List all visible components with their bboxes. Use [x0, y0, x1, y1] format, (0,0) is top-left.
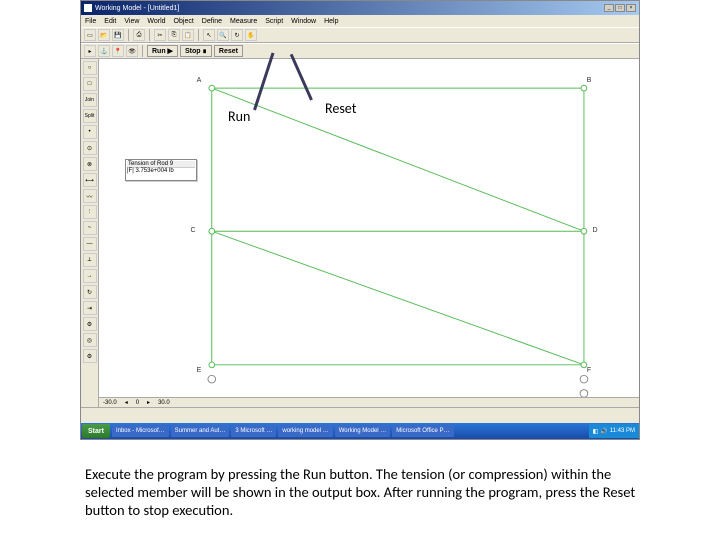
node-label-c: C [190, 227, 195, 234]
rope-tool-icon[interactable]: ~ [83, 221, 97, 235]
cut-icon[interactable]: ✂ [154, 29, 166, 41]
start-button[interactable]: Start [82, 424, 110, 438]
menu-script[interactable]: Script [265, 18, 283, 25]
node-label-a: A [197, 77, 202, 84]
menu-help[interactable]: Help [324, 18, 338, 25]
anchor-tool-icon[interactable]: ⊗ [83, 157, 97, 171]
reset-button[interactable]: Reset [214, 45, 243, 57]
print-icon[interactable]: ⎙ [133, 29, 145, 41]
canvas[interactable]: A B C D E F Tension of Rod 9 |F| 3.753e+… [99, 59, 639, 423]
spring-tool-icon[interactable]: 〰 [83, 189, 97, 203]
menu-world[interactable]: World [147, 18, 165, 25]
minimize-button[interactable]: _ [604, 4, 614, 12]
node-label-f: F [587, 367, 591, 374]
titlebar: Working Model - [Untitled1] _ □ × [81, 1, 639, 15]
save-icon[interactable]: 💾 [112, 29, 124, 41]
task-item[interactable]: 3 Microsoft … [231, 425, 276, 437]
status-bar [81, 407, 639, 423]
rod-tool-icon[interactable]: — [83, 237, 97, 251]
ruler-neg: -30.0 [103, 400, 117, 406]
node-label-b: B [587, 77, 592, 84]
paste-icon[interactable]: 📋 [182, 29, 194, 41]
pin-tool-icon[interactable]: ⊙ [83, 141, 97, 155]
close-button[interactable]: × [626, 4, 636, 12]
ruler: -30.0 ◂ 0 ▸ 30.0 [99, 397, 639, 407]
menubar: File Edit View World Object Define Measu… [81, 15, 639, 27]
stop-button[interactable]: Stop ∎ [180, 45, 212, 57]
pointer-icon[interactable]: ▸ [84, 45, 96, 57]
menu-edit[interactable]: Edit [104, 18, 116, 25]
task-item[interactable]: Working Model … [335, 425, 391, 437]
caption-text: Execute the program by pressing the Run … [85, 465, 655, 519]
menu-file[interactable]: File [85, 18, 96, 25]
output-value: |F| 3.753e+004 lb [127, 168, 195, 174]
windows-taskbar: Start Inbox - Microsof… Summer and Aut… … [81, 423, 639, 439]
clock: 11:43 PM [610, 428, 635, 434]
rotate-icon[interactable]: ↻ [231, 29, 243, 41]
task-item[interactable]: working model … [278, 425, 332, 437]
output-box[interactable]: Tension of Rod 9 |F| 3.753e+004 lb [125, 159, 197, 181]
motor-tool-icon[interactable]: ⚙ [83, 317, 97, 331]
menu-window[interactable]: Window [291, 18, 316, 25]
actuator-tool-icon[interactable]: ⇥ [83, 301, 97, 315]
point-tool-icon[interactable]: • [83, 125, 97, 139]
run-button[interactable]: Run ▶ [147, 45, 178, 57]
task-item[interactable]: Summer and Aut… [171, 425, 230, 437]
eye-icon[interactable]: 👁 [126, 45, 138, 57]
maximize-button[interactable]: □ [615, 4, 625, 12]
pulley-tool-icon[interactable]: ◎ [83, 333, 97, 347]
app-icon [84, 4, 92, 12]
app-window: Working Model - [Untitled1] _ □ × File E… [80, 0, 640, 440]
anchor-icon[interactable]: ⚓ [98, 45, 110, 57]
separator-tool-icon[interactable]: ⟂ [83, 253, 97, 267]
task-item[interactable]: Microsoft Office P… [392, 425, 453, 437]
square-tool-icon[interactable]: □ [83, 77, 97, 91]
menu-object[interactable]: Object [174, 18, 194, 25]
menu-define[interactable]: Define [202, 18, 222, 25]
toolbar-sim: ▸ ⚓ 📍 👁 Run ▶ Stop ∎ Reset [81, 43, 639, 59]
window-title: Working Model - [Untitled1] [95, 5, 604, 12]
ruler-zero: 0 [136, 400, 139, 406]
circle-tool-icon[interactable]: ○ [83, 61, 97, 75]
task-item[interactable]: Inbox - Microsof… [112, 425, 169, 437]
damper-tool-icon[interactable]: ⫶ [83, 205, 97, 219]
split-tool-icon[interactable]: Split [83, 109, 97, 123]
menu-measure[interactable]: Measure [230, 18, 257, 25]
new-icon[interactable]: ▭ [84, 29, 96, 41]
arrow-icon[interactable]: ↖ [203, 29, 215, 41]
slot-tool-icon[interactable]: ⟷ [83, 173, 97, 187]
torque-tool-icon[interactable]: ↻ [83, 285, 97, 299]
ruler-pos: 30.0 [158, 400, 170, 406]
toolbar-main: ▭ 📂 💾 ⎙ ✂ ⎘ 📋 ↖ 🔍 ↻ ✋ [81, 27, 639, 43]
copy-icon[interactable]: ⎘ [168, 29, 180, 41]
callout-reset: Reset [325, 100, 356, 117]
pin-icon[interactable]: 📍 [112, 45, 124, 57]
node-label-d: D [592, 227, 597, 234]
tool-palette: ○ □ Join Split • ⊙ ⊗ ⟷ 〰 ⫶ ~ — ⟂ → ↻ ⇥ ⚙… [81, 59, 99, 423]
gear-tool-icon[interactable]: ⚙ [83, 349, 97, 363]
open-icon[interactable]: 📂 [98, 29, 110, 41]
node-label-e: E [197, 367, 202, 374]
zoom-icon[interactable]: 🔍 [217, 29, 229, 41]
output-title: Tension of Rod 9 [127, 161, 195, 168]
hand-icon[interactable]: ✋ [245, 29, 257, 41]
callout-run: Run [228, 108, 250, 125]
menu-view[interactable]: View [124, 18, 139, 25]
join-tool-icon[interactable]: Join [83, 93, 97, 107]
force-tool-icon[interactable]: → [83, 269, 97, 283]
truss-diagram [119, 69, 629, 403]
system-tray[interactable]: ◧🔊 11:43 PM [589, 424, 639, 438]
